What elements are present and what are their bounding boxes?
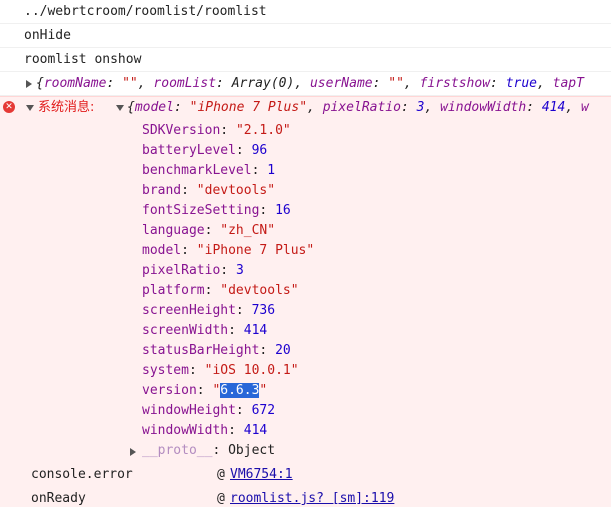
source-link[interactable]: VM6754:1 <box>230 467 293 483</box>
console-error-message: ✕ 系统消息: {model: "iPhone 7 Plus", pixelRa… <box>0 96 611 507</box>
stack-frame-name: console.error <box>31 467 133 482</box>
error-label: 系统消息: <box>38 100 95 115</box>
property-value: 672 <box>251 403 276 418</box>
property-value: 1 <box>267 163 276 178</box>
property-key: windowWidth <box>142 423 229 438</box>
object-property: batteryLevel: 96 <box>142 143 268 158</box>
property-value: "zh_CN" <box>220 223 276 238</box>
source-link[interactable]: roomlist.js? [sm]:119 <box>230 491 394 507</box>
object-property: pixelRatio: 3 <box>142 263 244 278</box>
object-expand-arrow-icon[interactable] <box>116 105 124 111</box>
property-value: 3 <box>235 263 244 278</box>
property-value: "2.1.0" <box>235 123 291 138</box>
property-key: screenWidth <box>142 323 229 338</box>
selected-text[interactable]: 6.6.3 <box>220 383 260 398</box>
property-value: "iOS 10.0.1" <box>204 363 299 378</box>
object-preview[interactable]: {roomName: "", roomList: Array(0), userN… <box>36 76 584 92</box>
property-value: "devtools" <box>196 183 276 198</box>
console-text: roomlist onshow <box>24 52 142 67</box>
object-property: model: "iPhone 7 Plus" <box>142 243 315 258</box>
object-property: SDKVersion: "2.1.0" <box>142 123 291 138</box>
property-value: "iPhone 7 Plus" <box>196 243 315 258</box>
object-property: platform: "devtools" <box>142 283 299 298</box>
expand-arrow-icon[interactable] <box>26 80 32 88</box>
property-key: system <box>142 363 189 378</box>
property-value: 20 <box>275 343 291 358</box>
property-key: pixelRatio <box>142 263 221 278</box>
property-key: platform <box>142 283 205 298</box>
console-panel: ../webrtcroom/roomlist/roomlist onHide r… <box>0 0 611 507</box>
property-key: SDKVersion <box>142 123 221 138</box>
stack-frame-name: onReady <box>31 491 86 506</box>
proto-property[interactable]: __proto__: Object <box>142 443 275 459</box>
property-key: windowHeight <box>142 403 236 418</box>
proto-expand-arrow-icon[interactable] <box>130 448 136 456</box>
console-object-message[interactable]: {roomName: "", roomList: Array(0), userN… <box>0 72 611 96</box>
property-key: brand <box>142 183 182 198</box>
property-value: "devtools" <box>220 283 299 298</box>
console-text: onHide <box>24 28 71 43</box>
object-property: brand: "devtools" <box>142 183 276 198</box>
object-property: statusBarHeight: 20 <box>142 343 291 358</box>
stack-trace-row: onReady @ roomlist.js? [sm]:119 <box>0 487 611 507</box>
object-property: language: "zh_CN" <box>142 223 276 238</box>
stack-frame-at: @ <box>217 491 225 506</box>
property-key: screenHeight <box>142 303 236 318</box>
property-key: benchmarkLevel <box>142 163 252 178</box>
error-icon: ✕ <box>3 101 15 113</box>
console-message: ../webrtcroom/roomlist/roomlist <box>0 0 611 24</box>
console-message: roomlist onshow <box>0 48 611 72</box>
expand-arrow-icon[interactable] <box>26 105 34 111</box>
stack-frame-at: @ <box>217 467 225 482</box>
object-property: windowHeight: 672 <box>142 403 276 418</box>
stack-trace-row: console.error @ VM6754:1 <box>0 463 611 487</box>
property-key: language <box>142 223 205 238</box>
property-value: 96 <box>251 143 268 158</box>
object-property: screenWidth: 414 <box>142 323 268 338</box>
object-preview[interactable]: {model: "iPhone 7 Plus", pixelRatio: 3, … <box>127 100 589 116</box>
property-value: 16 <box>275 203 291 218</box>
object-property: fontSizeSetting: 16 <box>142 203 291 218</box>
object-property: screenHeight: 736 <box>142 303 276 318</box>
property-value: 414 <box>243 423 268 438</box>
object-property: benchmarkLevel: 1 <box>142 163 276 178</box>
console-message: onHide <box>0 24 611 48</box>
property-key: model <box>142 243 182 258</box>
property-key: statusBarHeight <box>142 343 260 358</box>
object-property: version: "6.6.3" <box>142 383 268 398</box>
property-key: fontSizeSetting <box>142 203 260 218</box>
property-value: 736 <box>251 303 276 318</box>
object-property: system: "iOS 10.0.1" <box>142 363 299 378</box>
property-key: version <box>142 383 197 398</box>
property-key: batteryLevel <box>142 143 236 158</box>
console-text: ../webrtcroom/roomlist/roomlist <box>24 4 267 19</box>
property-value: 414 <box>243 323 268 338</box>
object-property: windowWidth: 414 <box>142 423 268 438</box>
